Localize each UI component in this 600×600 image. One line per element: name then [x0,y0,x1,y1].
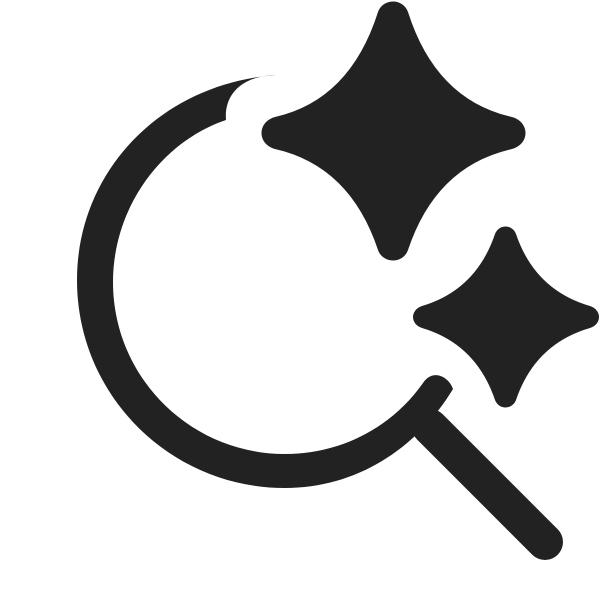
search-sparkle-svg [77,1,599,560]
magnifier-handle [412,409,563,560]
search-sparkle-icon [0,0,600,600]
icon-canvas [0,0,600,600]
large-sparkle [261,1,526,261]
